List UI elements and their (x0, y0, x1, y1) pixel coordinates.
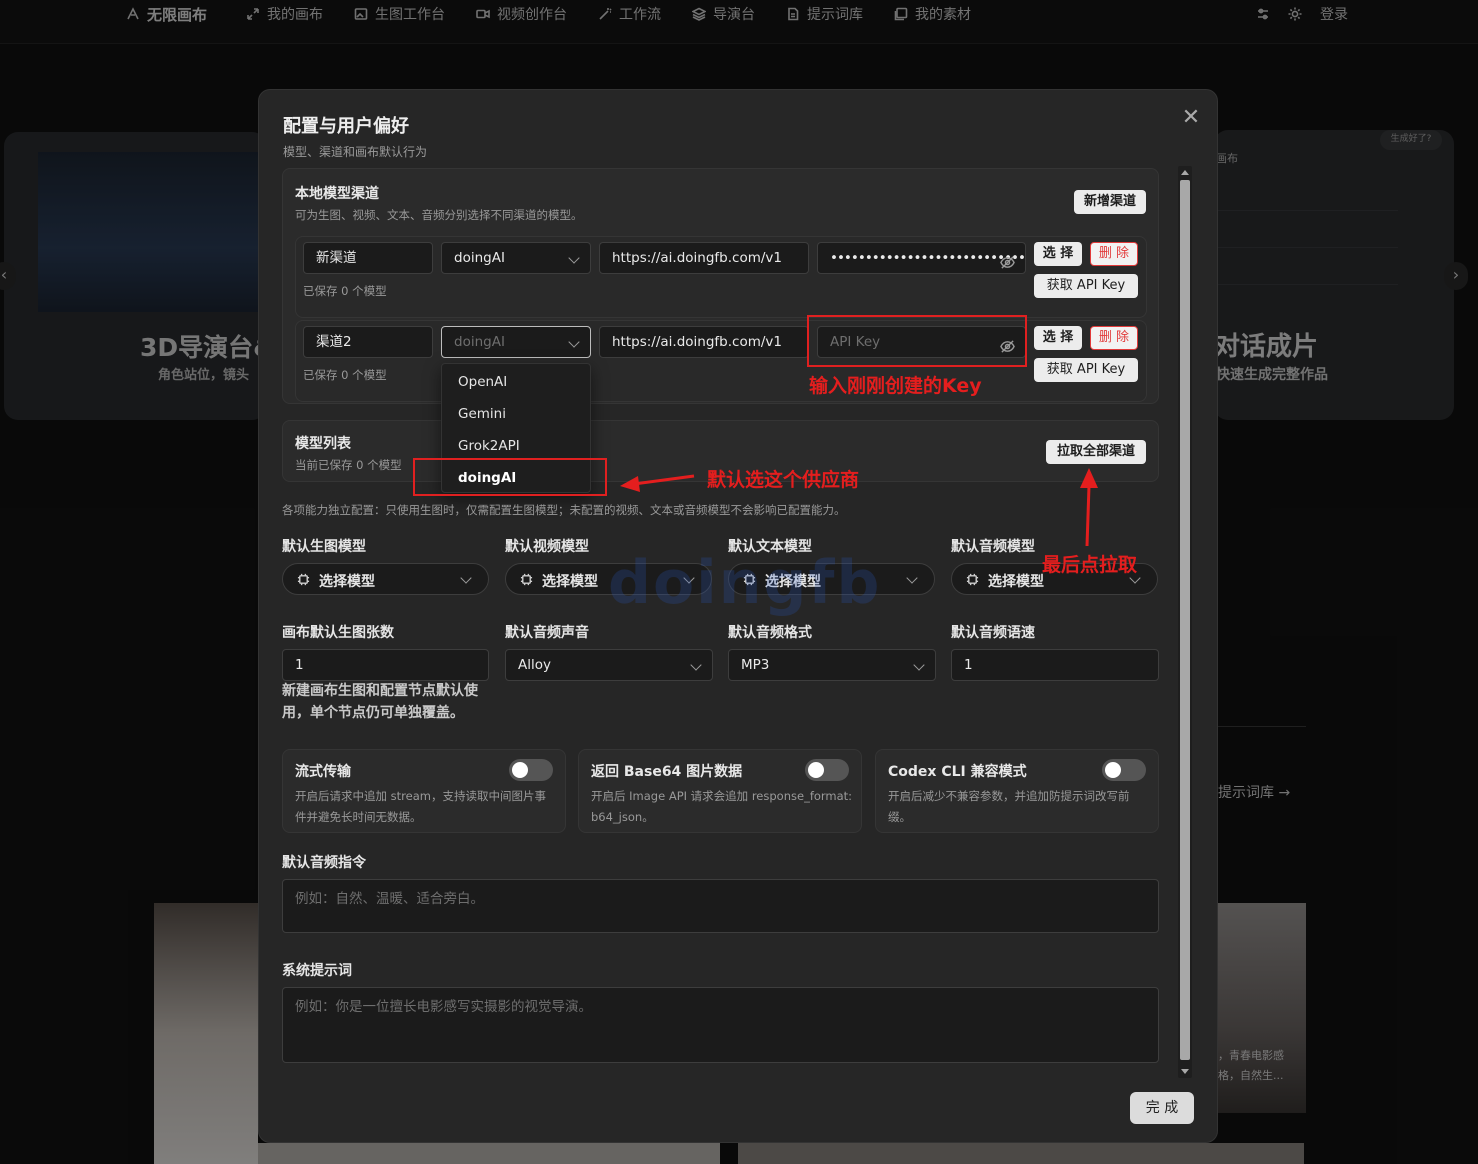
system-prompt-textarea[interactable]: 例如：你是一位擅长电影感写实摄影的视觉导演。 (282, 987, 1159, 1063)
model-list-subtitle: 当前已保存 0 个模型 (295, 458, 402, 472)
done-button[interactable]: 完 成 (1130, 1092, 1194, 1124)
chevron-down-icon (568, 252, 580, 264)
dropdown-option-gemini[interactable]: Gemini (458, 406, 506, 422)
provider-select[interactable]: doingAI (441, 242, 591, 274)
get-api-key-button[interactable]: 获取 API Key (1034, 358, 1138, 382)
delete-channel-button[interactable]: 删 除 (1090, 326, 1138, 350)
chevron-down-icon (913, 659, 925, 671)
api-key-value: •••••••••••••••••••••••••••••••• (830, 250, 1025, 266)
capability-note: 各项能力独立配置：只使用生图时，仅需配置生图模型；未配置的视频、文本或音频模型不… (282, 503, 846, 517)
voice-select[interactable]: Alloy (505, 649, 713, 681)
toggle-title: 返回 Base64 图片数据 (591, 764, 743, 780)
codex-toggle-card: Codex CLI 兼容模式 开启后减少不兼容参数，并追加防提示词改写前缀。 (875, 749, 1159, 833)
channels-title: 本地模型渠道 (295, 186, 379, 202)
annotation-provider-hint: 默认选这个供应商 (707, 469, 860, 491)
chip-icon (966, 573, 979, 586)
scroll-up-icon[interactable] (1181, 170, 1189, 175)
modal-title: 配置与用户偏好 (283, 116, 409, 137)
toggle-desc: 开启后减少不兼容参数，并追加防提示词改写前缀。 (888, 789, 1130, 824)
chevron-down-icon (568, 336, 580, 348)
chevron-down-icon (460, 572, 472, 584)
api-key-input[interactable]: •••••••••••••••••••••••••••••••• (817, 242, 1026, 274)
system-prompt-label: 系统提示词 (282, 963, 352, 979)
select-model-label: 选择模型 (988, 574, 1044, 590)
image-count-helper: 新建画布生图和配置节点默认使用，单个节点仍可单独覆盖。 (282, 683, 478, 721)
chip-icon (520, 573, 533, 586)
speed-label: 默认音频语速 (951, 625, 1035, 641)
channel-name-input[interactable]: 新渠道 (303, 242, 433, 274)
model-list-title: 模型列表 (295, 436, 351, 452)
audio-instruction-label: 默认音频指令 (282, 855, 366, 871)
switch-knob (1105, 762, 1121, 778)
provider-value: doingAI (454, 250, 505, 266)
annotation-box-api-key (807, 315, 1027, 367)
chevron-down-icon (690, 659, 702, 671)
base-url-input[interactable]: https://ai.doingfb.com/v1 (599, 326, 809, 358)
image-count-label: 画布默认生图张数 (282, 625, 394, 641)
base-url-input[interactable]: https://ai.doingfb.com/v1 (599, 242, 809, 274)
codex-switch[interactable] (1102, 759, 1146, 781)
watermark: doingfb (608, 548, 882, 618)
select-models-button[interactable]: 选 择 (1034, 326, 1082, 350)
add-channel-button[interactable]: 新增渠道 (1074, 190, 1146, 214)
annotation-key-hint: 输入刚刚创建的Key (809, 375, 982, 397)
annotation-pull-hint: 最后点拉取 (1042, 554, 1138, 576)
switch-knob (808, 762, 824, 778)
format-value: MP3 (741, 657, 770, 673)
saved-models-count: 已保存 0 个模型 (303, 284, 387, 298)
select-model-label: 选择模型 (319, 574, 375, 590)
voice-label: 默认音频声音 (505, 625, 589, 641)
voice-value: Alloy (518, 657, 551, 673)
toggle-title: Codex CLI 兼容模式 (888, 764, 1027, 780)
pull-all-channels-button[interactable]: 拉取全部渠道 (1046, 440, 1146, 464)
dropdown-option-grok2api[interactable]: Grok2API (458, 438, 520, 454)
audio-instruction-textarea[interactable]: 例如：自然、温暖、适合旁白。 (282, 879, 1159, 933)
format-label: 默认音频格式 (728, 625, 812, 641)
saved-models-count: 已保存 0 个模型 (303, 368, 387, 382)
dropdown-option-openai[interactable]: OpenAI (458, 374, 507, 390)
chevron-down-icon (906, 572, 918, 584)
toggle-desc: 开启后 Image API 请求会追加 response_format: b64… (591, 789, 853, 824)
default-video-model-label: 默认视频模型 (505, 539, 589, 555)
image-model-select[interactable]: 选择模型 (282, 563, 489, 595)
switch-knob (512, 762, 528, 778)
toggle-title: 流式传输 (295, 764, 351, 780)
modal-subtitle: 模型、渠道和画布默认行为 (283, 145, 428, 159)
annotation-box-provider (413, 458, 607, 496)
channel-name-input[interactable]: 渠道2 (303, 326, 433, 358)
provider-value: doingAI (454, 334, 505, 350)
stream-toggle-card: 流式传输 开启后请求中追加 stream，支持读取中间图片事件并避免长时间无数据… (282, 749, 566, 833)
eye-off-icon[interactable] (1000, 251, 1015, 269)
format-select[interactable]: MP3 (728, 649, 936, 681)
stream-switch[interactable] (509, 759, 553, 781)
image-count-input[interactable]: 1 (282, 649, 489, 681)
chip-icon (297, 573, 310, 586)
default-audio-model-label: 默认音频模型 (951, 539, 1035, 555)
provider-select-open[interactable]: doingAI (441, 326, 591, 358)
select-model-label: 选择模型 (542, 574, 598, 590)
channels-subtitle: 可为生图、视频、文本、音频分别选择不同渠道的模型。 (295, 208, 583, 222)
speed-input[interactable]: 1 (951, 649, 1159, 681)
modal-scrollbar[interactable] (1178, 166, 1192, 1078)
get-api-key-button[interactable]: 获取 API Key (1034, 274, 1138, 298)
close-icon[interactable]: ✕ (1179, 106, 1203, 130)
base64-toggle-card: 返回 Base64 图片数据 开启后 Image API 请求会追加 respo… (578, 749, 862, 833)
select-models-button[interactable]: 选 择 (1034, 242, 1082, 266)
default-image-model-label: 默认生图模型 (282, 539, 366, 555)
delete-channel-button[interactable]: 删 除 (1090, 242, 1138, 266)
base64-switch[interactable] (805, 759, 849, 781)
toggle-desc: 开启后请求中追加 stream，支持读取中间图片事件并避免长时间无数据。 (295, 789, 546, 824)
scrollbar-thumb[interactable] (1180, 180, 1190, 1060)
scroll-down-icon[interactable] (1181, 1069, 1189, 1074)
